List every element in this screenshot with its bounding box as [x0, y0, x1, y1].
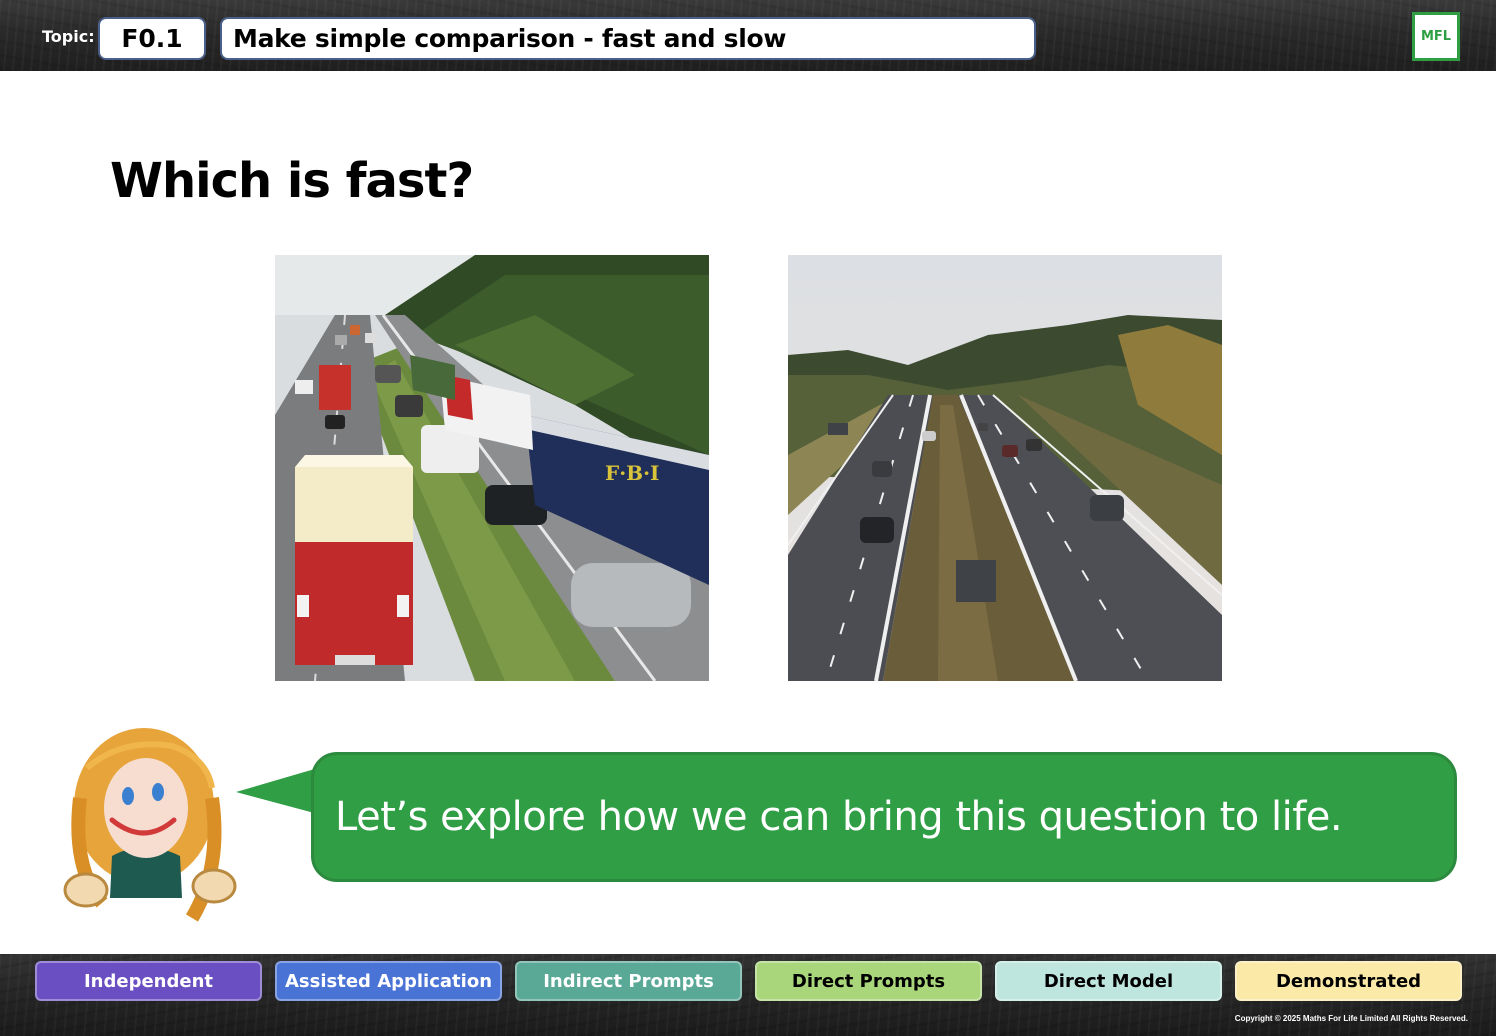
- mfl-logo: MFL: [1412, 12, 1460, 61]
- speech-bubble: Let’s explore how we can bring this ques…: [311, 752, 1457, 882]
- topic-title-box: Make simple comparison - fast and slow: [220, 17, 1036, 60]
- traffic-jam-photo: F·B·I: [275, 255, 709, 681]
- teacher-character-illustration: [62, 728, 242, 924]
- level-direct-prompts-button[interactable]: Direct Prompts: [755, 961, 982, 1001]
- logo-text: MFL: [1420, 29, 1452, 44]
- topic-label: Topic:: [42, 27, 95, 46]
- copyright-text: Copyright © 2025 Maths For Life Limited …: [1234, 1014, 1468, 1023]
- level-assisted-application-button[interactable]: Assisted Application: [275, 961, 502, 1001]
- level-indirect-prompts-button[interactable]: Indirect Prompts: [515, 961, 742, 1001]
- svg-text:F·B·I: F·B·I: [605, 461, 659, 485]
- speech-bubble-text: Let’s explore how we can bring this ques…: [335, 794, 1343, 840]
- level-demonstrated-button[interactable]: Demonstrated: [1235, 961, 1462, 1001]
- open-highway-photo: [788, 255, 1222, 681]
- level-direct-model-button[interactable]: Direct Model: [995, 961, 1222, 1001]
- question-heading: Which is fast?: [110, 153, 474, 209]
- level-independent-button[interactable]: Independent: [35, 961, 262, 1001]
- topic-code-box: F0.1: [98, 17, 206, 60]
- speech-bubble-tail: [236, 768, 318, 814]
